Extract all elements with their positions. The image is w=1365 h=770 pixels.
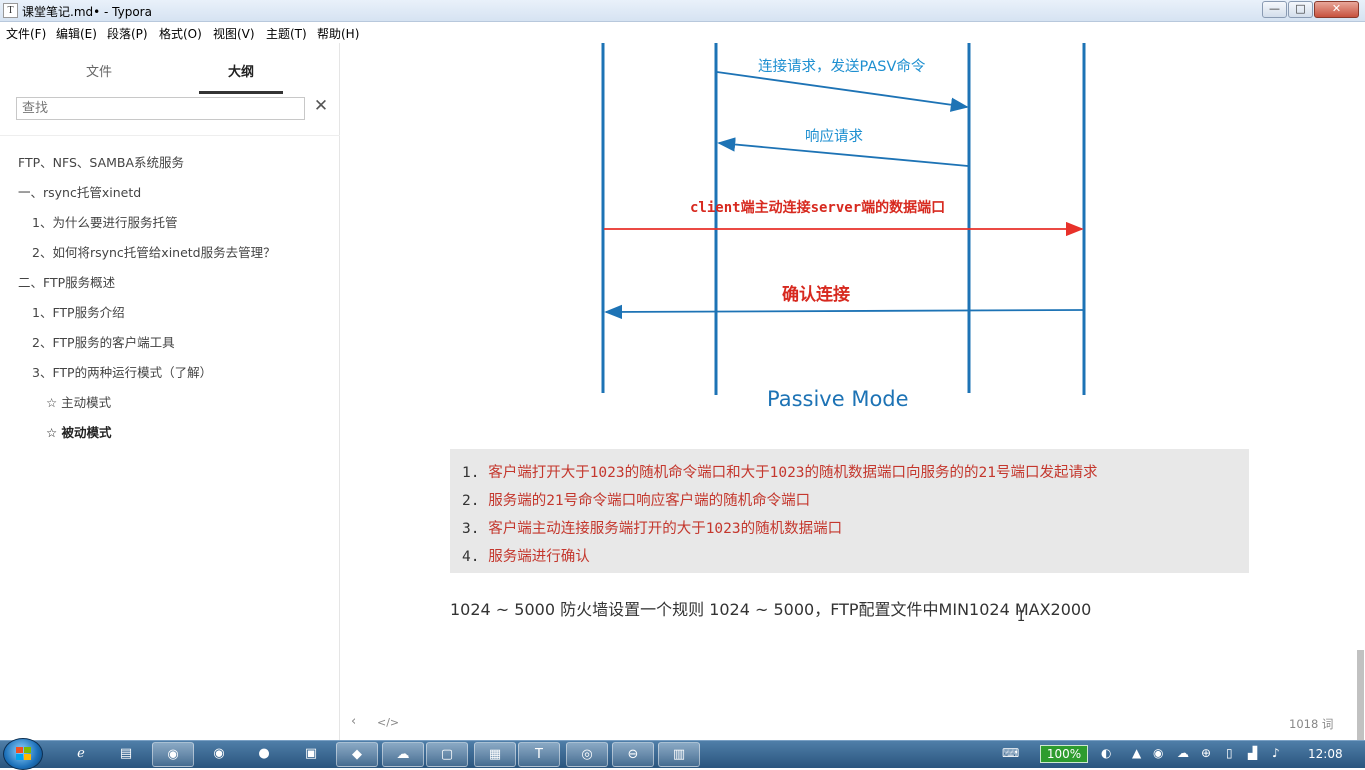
code-block[interactable]: 1. 客户端打开大于1023的随机命令端口和大于1023的随机数据端口向服务的的…	[450, 449, 1249, 573]
outline-item-active[interactable]: ☆ 被动模式	[46, 422, 112, 441]
tab-outline[interactable]: 大纲	[228, 61, 254, 80]
step-line: 2. 服务端的21号命令端口响应客户端的随机命令端口	[462, 493, 811, 509]
paragraph-text[interactable]: 1024 ~ 5000 防火墙设置一个规则 1024 ~ 5000，FTP配置文…	[450, 596, 1091, 620]
keyboard-icon[interactable]: ⌨	[1002, 746, 1019, 760]
tray-app-icon[interactable]: ◐	[1101, 746, 1111, 760]
outline-item[interactable]: 2、如何将rsync托管给xinetd服务去管理？	[32, 242, 276, 261]
close-icon[interactable]: ✕	[313, 97, 329, 115]
window-title: 课堂笔记.md• - Typora	[22, 5, 152, 19]
signal-icon[interactable]: ▟	[1248, 746, 1257, 760]
chrome-alt-icon[interactable]: ◉	[198, 742, 240, 767]
cloud-app-icon[interactable]: ☁	[382, 742, 424, 767]
scrollbar[interactable]	[1355, 43, 1365, 740]
maximize-button[interactable]: □	[1288, 1, 1313, 18]
label-confirm: 确认连接	[782, 284, 850, 305]
tray-expand-icon[interactable]: ▲	[1132, 746, 1141, 760]
notes-app-icon[interactable]: ▢	[426, 742, 468, 767]
step-line: 1. 客户端打开大于1023的随机命令端口和大于1023的随机数据端口向服务的的…	[462, 465, 1098, 481]
menu-format[interactable]: 格式(O)	[159, 25, 202, 42]
windows-logo-icon	[16, 747, 31, 760]
app-icon[interactable]: ▣	[290, 742, 332, 767]
typora-taskbar-icon[interactable]: T	[518, 742, 560, 767]
source-code-icon[interactable]: </>	[377, 716, 399, 729]
sidebar-divider	[0, 135, 340, 136]
word-count[interactable]: 1018 词	[1289, 716, 1333, 732]
update-icon[interactable]: ⊕	[1201, 746, 1211, 760]
tab-files[interactable]: 文件	[86, 61, 112, 80]
outline-item[interactable]: 1、FTP服务介绍	[32, 302, 125, 321]
firefox-icon[interactable]: ●	[243, 742, 285, 767]
chat-app-icon[interactable]: ⊖	[612, 742, 654, 767]
active-tab-indicator	[199, 91, 283, 94]
outline-item[interactable]: 2、FTP服务的客户端工具	[32, 332, 175, 351]
outline-item[interactable]: 一、rsync托管xinetd	[18, 182, 141, 201]
remote-app-icon[interactable]: ◆	[336, 742, 378, 767]
close-button[interactable]: ✕	[1314, 1, 1359, 18]
outline-item[interactable]: FTP、NFS、SAMBA系统服务	[18, 152, 184, 171]
menu-help[interactable]: 帮助(H)	[317, 25, 359, 42]
step-line: 4. 服务端进行确认	[462, 549, 590, 565]
zoom-indicator[interactable]: 100%	[1040, 745, 1088, 763]
arrow-pasv-request	[716, 71, 969, 112]
editor[interactable]: 连接请求，发送PASV命令 响应请求 client端主动连接server端的数据…	[341, 43, 1355, 740]
label-response: 响应请求	[805, 127, 863, 145]
volume-icon[interactable]: ♪	[1272, 746, 1280, 760]
clipboard-icon[interactable]: ▯	[1226, 746, 1233, 760]
start-button[interactable]	[3, 738, 43, 770]
diagram-caption: Passive Mode	[767, 387, 909, 411]
menu-theme[interactable]: 主题(T)	[266, 25, 307, 42]
minimize-button[interactable]: —	[1262, 1, 1287, 18]
typora-app-icon[interactable]: T	[3, 3, 18, 18]
label-pasv-request: 连接请求，发送PASV命令	[758, 57, 926, 75]
menu-file[interactable]: 文件(F)	[6, 25, 46, 42]
arrow-confirm	[604, 304, 1084, 320]
passive-mode-diagram: 连接请求，发送PASV命令 响应请求 client端主动连接server端的数据…	[601, 43, 1086, 411]
chrome-icon[interactable]: ◉	[152, 742, 194, 767]
back-icon[interactable]: ‹	[351, 714, 356, 729]
outline-item[interactable]: 1、为什么要进行服务托管	[32, 212, 177, 231]
weather-icon[interactable]: ☁	[1177, 746, 1189, 760]
window-app-icon[interactable]: ▥	[658, 742, 700, 767]
title-bar[interactable]: T 课堂笔记.md• - Typora — □ ✕	[0, 0, 1365, 22]
outline-item[interactable]: 二、FTP服务概述	[18, 272, 115, 291]
menu-bar: 文件(F) 编辑(E) 段落(P) 格式(O) 视图(V) 主题(T) 帮助(H…	[0, 22, 1365, 43]
ie-icon[interactable]: ℯ	[60, 742, 102, 767]
outline-item[interactable]: 3、FTP的两种运行模式（了解）	[32, 362, 212, 381]
menu-paragraph[interactable]: 段落(P)	[107, 25, 148, 42]
search-input[interactable]	[16, 97, 305, 120]
network-status-icon[interactable]: ◉	[1153, 746, 1163, 760]
terminal-app-icon[interactable]: ▦	[474, 742, 516, 767]
sidebar: 文件 大纲 ✕ FTP、NFS、SAMBA系统服务 一、rsync托管xinet…	[0, 43, 340, 740]
i-beam-cursor: I	[1017, 609, 1026, 625]
step-line: 3. 客户端主动连接服务端打开的大于1023的随机数据端口	[462, 521, 843, 537]
taskbar: ℯ ▤ ◉ ◉ ● ▣ ◆ ☁ ▢ ▦ T ◎ ⊖ ▥ ⌨ 100% ◐ ▲ ◉…	[0, 738, 1365, 770]
explorer-icon[interactable]: ▤	[105, 742, 147, 767]
menu-view[interactable]: 视图(V)	[213, 25, 255, 42]
clock[interactable]: 12:08	[1308, 747, 1343, 761]
scroll-thumb[interactable]	[1357, 650, 1364, 740]
recorder-app-icon[interactable]: ◎	[566, 742, 608, 767]
outline-item[interactable]: ☆ 主动模式	[46, 392, 111, 411]
label-data-connect: client端主动连接server端的数据端口	[690, 199, 945, 216]
arrow-response	[717, 137, 969, 167]
menu-edit[interactable]: 编辑(E)	[56, 25, 97, 42]
